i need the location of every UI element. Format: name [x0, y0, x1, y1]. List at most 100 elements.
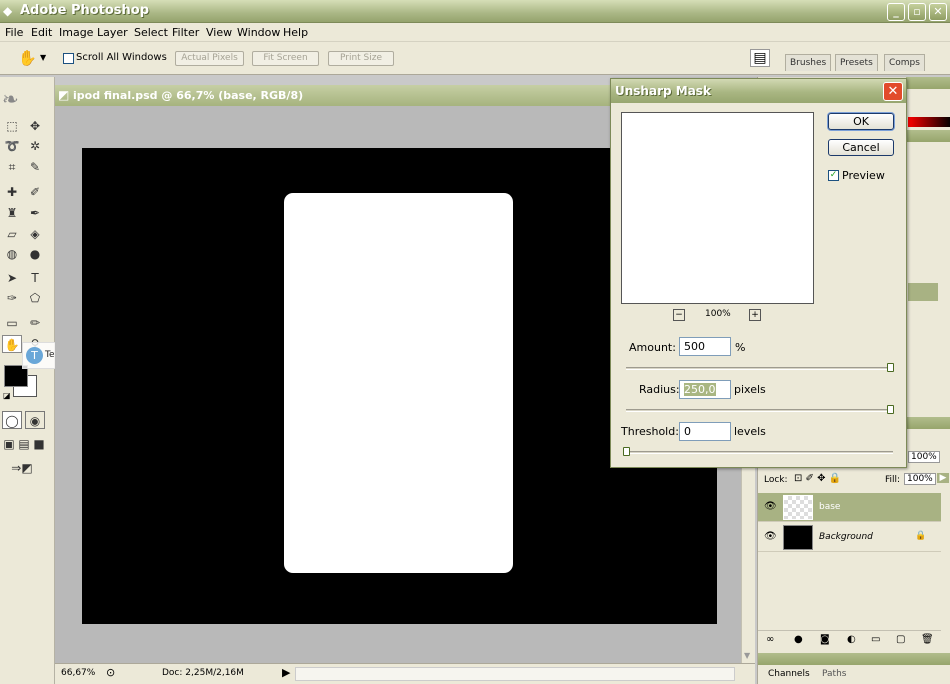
eraser-tool-icon[interactable]: ▱ [2, 225, 22, 243]
new-layer-icon[interactable]: ▢ [896, 634, 905, 645]
menu-bar: File Edit Image Layer Select Filter View… [0, 23, 950, 42]
menu-view[interactable]: View [206, 26, 232, 39]
screen-mode-standard-icon[interactable]: ▣ [2, 435, 16, 453]
doc-info: Doc: 2,25M/2,16M [162, 668, 244, 678]
preview-checkbox[interactable]: ✓ [828, 170, 839, 181]
quick-mask-icon[interactable]: ◉ [25, 411, 45, 429]
dialog-close-button[interactable]: ✕ [883, 82, 903, 101]
layer-row-background[interactable]: 👁 Background 🔒 [758, 523, 941, 552]
menu-image[interactable]: Image [59, 26, 93, 39]
tab-paths[interactable]: Paths [822, 669, 846, 679]
zoom-out-button[interactable]: − [673, 309, 685, 321]
pen-tool-icon[interactable]: ✑ [2, 289, 22, 307]
menu-filter[interactable]: Filter [172, 26, 199, 39]
eye-icon[interactable]: 👁 [764, 531, 777, 542]
palette-header [906, 77, 950, 89]
eye-icon[interactable]: 👁 [764, 501, 777, 512]
title-bar: ◆ Adobe Photoshop _ ▫ ✕ [0, 0, 950, 23]
lock-icons[interactable]: ⊡ ✐ ✥ 🔒 [794, 473, 841, 484]
brush-tool-icon[interactable]: ✐ [25, 183, 45, 201]
paint-bucket-icon[interactable]: ◈ [25, 225, 45, 243]
ok-button[interactable]: OK [828, 113, 894, 130]
path-selection-icon[interactable]: ➤ [2, 269, 22, 287]
history-brush-icon[interactable]: ✒ [25, 204, 45, 222]
mask-icon[interactable]: ◙ [820, 634, 830, 645]
status-menu-icon[interactable]: ⊙ [106, 666, 115, 679]
zoom-in-button[interactable]: + [749, 309, 761, 321]
tab-brushes[interactable]: Brushes [785, 54, 832, 71]
shape-tool-icon[interactable]: ⬠ [25, 289, 45, 307]
palette-header [906, 130, 950, 142]
layer-row-base[interactable]: 👁 base [758, 493, 941, 522]
status-arrow-icon[interactable]: ▶ [282, 666, 290, 679]
slice-tool-icon[interactable]: ✎ [25, 158, 45, 176]
amount-unit: % [735, 341, 746, 354]
folder-icon[interactable]: ▭ [871, 634, 880, 645]
blur-tool-icon[interactable]: ◍ [2, 245, 22, 263]
dialog-title-bar[interactable]: Unsharp Mask [611, 79, 906, 103]
fill-arrow-icon[interactable]: ▶ [937, 473, 949, 483]
dodge-tool-icon[interactable]: ● [25, 245, 45, 263]
amount-slider-thumb[interactable] [887, 363, 894, 372]
minimize-button[interactable]: _ [887, 3, 905, 21]
link-icon[interactable]: ∞ [766, 634, 774, 645]
app-title: Adobe Photoshop [20, 3, 150, 18]
radius-unit: pixels [734, 383, 766, 396]
scroll-all-windows-checkbox[interactable] [63, 53, 74, 64]
menu-window[interactable]: Window [237, 26, 280, 39]
fit-screen-button[interactable]: Fit Screen [252, 51, 319, 66]
adjustment-icon[interactable]: ◐ [847, 634, 856, 645]
threshold-slider-track[interactable] [626, 451, 893, 454]
tab-comps[interactable]: Comps [884, 54, 925, 71]
marquee-tool-icon[interactable]: ⬚ [2, 117, 22, 135]
color-ramp[interactable] [908, 117, 950, 127]
menu-layer[interactable]: Layer [97, 26, 128, 39]
lasso-tool-icon[interactable]: ➰ [2, 137, 22, 155]
close-button[interactable]: ✕ [929, 3, 947, 21]
healing-brush-icon[interactable]: ✚ [2, 183, 22, 201]
menu-help[interactable]: Help [283, 26, 308, 39]
hand-tool-icon[interactable]: ✋ [18, 49, 37, 67]
actual-pixels-button[interactable]: Actual Pixels [175, 51, 244, 66]
horizontal-scrollbar[interactable] [295, 667, 735, 681]
type-tool-icon[interactable]: T [25, 269, 45, 287]
cancel-button[interactable]: Cancel [828, 139, 894, 156]
standard-mode-icon[interactable]: ◯ [2, 411, 22, 429]
radius-slider-track[interactable] [626, 409, 893, 412]
fill-field[interactable]: 100% [904, 473, 936, 485]
threshold-slider-thumb[interactable] [623, 447, 630, 456]
tab-presets[interactable]: Presets [835, 54, 878, 71]
screen-mode-menu-icon[interactable]: ▤ [17, 435, 31, 453]
threshold-input[interactable]: 0 [679, 422, 731, 441]
lock-icon: 🔒 [915, 531, 927, 541]
menu-file[interactable]: File [5, 26, 23, 39]
opacity-field[interactable]: 100% [908, 451, 940, 463]
jump-to-imageready-icon[interactable]: ⇒◩ [2, 459, 42, 477]
tab-channels[interactable]: Channels [768, 669, 810, 679]
menu-select[interactable]: Select [134, 26, 168, 39]
chevron-down-icon[interactable]: ▼ [40, 53, 46, 62]
trash-icon[interactable]: 🗑 [921, 634, 934, 645]
radius-slider-thumb[interactable] [887, 405, 894, 414]
default-colors-icon[interactable]: ◪ [3, 391, 11, 400]
preview-label: Preview [842, 169, 885, 182]
screen-mode-full-icon[interactable]: ■ [32, 435, 46, 453]
layer-style-icon[interactable]: ● [794, 634, 803, 645]
filter-preview[interactable] [621, 112, 814, 304]
scroll-down-icon[interactable]: ▼ [744, 651, 750, 660]
maximize-button[interactable]: ▫ [908, 3, 926, 21]
amount-input[interactable]: 500 [679, 337, 731, 356]
hand-tool-icon[interactable]: ✋ [2, 335, 22, 353]
print-size-button[interactable]: Print Size [328, 51, 394, 66]
amount-slider-track[interactable] [626, 367, 893, 370]
eyedropper-icon[interactable]: ✏ [25, 314, 45, 332]
clone-stamp-icon[interactable]: ♜ [2, 204, 22, 222]
move-tool-icon[interactable]: ✥ [25, 117, 45, 135]
magic-wand-icon[interactable]: ✲ [25, 137, 45, 155]
radius-input[interactable]: 250,0 [679, 380, 731, 399]
palette-well-icon[interactable]: ▤ [750, 49, 770, 67]
menu-edit[interactable]: Edit [31, 26, 52, 39]
notes-tool-icon[interactable]: ▭ [2, 314, 22, 332]
crop-tool-icon[interactable]: ⌗ [2, 158, 22, 176]
zoom-level[interactable]: 66,67% [61, 668, 95, 678]
